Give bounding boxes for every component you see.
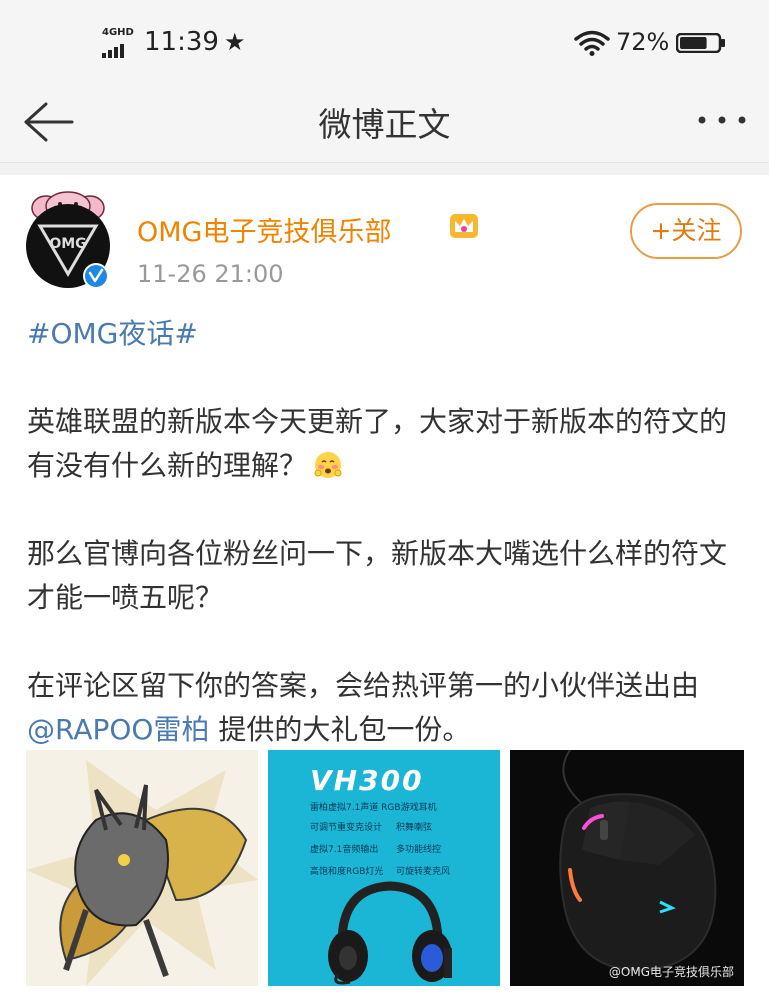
headset-subtitle: 雷柏虚拟7.1声道 RGB游戏耳机 [310,803,437,813]
nav-bar: 微博正文 [0,84,769,163]
more-icon[interactable] [694,100,750,140]
headset-feature: 可调节重变克设计 [310,823,383,833]
status-bar: 4GHD 11:39 ★ 72% [0,0,769,84]
post-image-1[interactable] [26,750,258,986]
headset-title: VH300 [310,764,424,797]
post-content: #OMG夜话# 英雄联盟的新版本今天更新了，大家对于新版本的符文的有没有什么新的… [27,312,747,752]
monster-artwork [26,760,258,986]
battery-icon [676,33,725,53]
battery-percent: 72% [616,28,670,56]
hashtag-link[interactable]: #OMG夜话# [27,317,198,350]
paragraph-1: 英雄联盟的新版本今天更新了，大家对于新版本的符文的有没有什么新的理解？ [27,405,728,482]
mouse-image [559,750,717,972]
headset-feature: 积舞喇弦 [396,823,433,833]
mention-link[interactable]: @RAPOO雷柏 [27,713,209,746]
username[interactable]: OMG电子竞技俱乐部 [137,210,391,249]
follow-button[interactable]: +关注 [630,203,742,259]
paragraph-2: 那么官博向各位粉丝问一下，新版本大嘴选什么样的符文才能一喷五呢？ [27,537,728,614]
headset-feature: 高饱和度RGB灯光 [310,867,384,877]
blush-emoji-icon [314,452,342,478]
svg-text:OMG: OMG [49,236,86,252]
image-watermark: @OMG电子竞技俱乐部 [608,965,734,979]
headset-feature: 虚拟7.1音频输出 [310,845,379,855]
avatar[interactable]: OMG [24,186,112,292]
vip-crown-icon [450,214,478,238]
star-icon: ★ [224,28,246,56]
paragraph-3: 在评论区留下你的答案，会给热评第一的小伙伴送出由@RAPOO雷柏 提供的大礼包一… [27,669,700,746]
network-type: 4GHD [102,27,134,38]
wifi-icon [574,30,610,56]
headset-feature: 可旋转麦克风 [396,867,451,877]
post-image-3[interactable]: @OMG电子竞技俱乐部 [510,750,744,986]
cellular-signal-icon: 4GHD [102,27,138,58]
headset-image [328,881,452,985]
page-title: 微博正文 [318,105,451,144]
clock: 11:39 [144,27,219,57]
post-timestamp: 11-26 21:00 [137,260,284,288]
post-image-2[interactable]: VH300 雷柏虚拟7.1声道 RGB游戏耳机 可调节重变克设计 积舞喇弦 虚拟… [268,750,500,986]
headset-feature: 多功能线控 [396,845,442,855]
section-divider [0,163,769,175]
